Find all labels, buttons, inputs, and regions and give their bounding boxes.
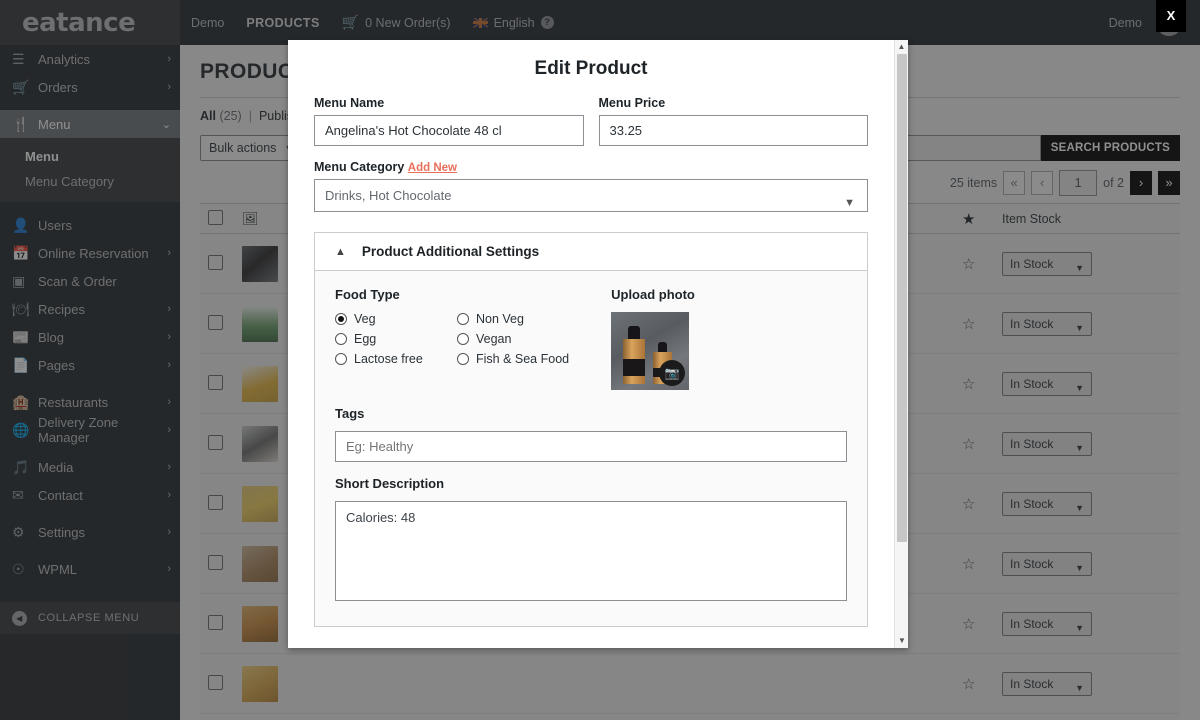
- radio-icon[interactable]: [335, 353, 347, 365]
- menu-price-group: Menu Price: [598, 96, 868, 146]
- food-type-options: Veg Egg Lactose free Non Veg Vegan Fish & Se…: [335, 312, 569, 366]
- radio-label: Egg: [354, 332, 377, 346]
- product-photo-thumbnail[interactable]: 📷: [611, 312, 690, 390]
- radio-label: Lactose free: [354, 352, 423, 366]
- radio-lactose-free[interactable]: Lactose free: [335, 352, 457, 366]
- menu-name-input[interactable]: [314, 115, 584, 146]
- scroll-up-arrow-icon[interactable]: ▲: [895, 40, 908, 54]
- menu-price-label: Menu Price: [598, 96, 666, 110]
- upload-photo-group: Upload photo 📷: [611, 287, 695, 390]
- food-type-col-right: Non Veg Vegan Fish & Sea Food: [457, 312, 569, 366]
- food-type-group: Food Type Veg Egg Lactose free Non Veg Vega…: [335, 287, 569, 390]
- short-description-label: Short Description: [335, 476, 445, 491]
- menu-category-label: Menu Category Add New: [314, 160, 457, 174]
- close-modal-button[interactable]: X: [1156, 0, 1186, 32]
- menu-name-group: Menu Name: [314, 96, 584, 146]
- menu-name-label: Menu Name: [314, 96, 385, 110]
- product-additional-settings-panel: ▲ Product Additional Settings Food Type …: [314, 232, 868, 627]
- radio-label: Fish & Sea Food: [476, 352, 570, 366]
- accordion-header[interactable]: ▲ Product Additional Settings: [315, 233, 867, 271]
- chevron-down-icon: ▼: [844, 197, 855, 209]
- accordion-title: Product Additional Settings: [361, 244, 540, 259]
- modal-title: Edit Product: [534, 58, 648, 79]
- menu-category-group: Menu Category Add New Drinks, Hot Chocol…: [314, 160, 868, 212]
- accordion-body: Food Type Veg Egg Lactose free Non Veg Vega…: [315, 271, 867, 626]
- short-description-textarea[interactable]: Calories: 48: [335, 501, 847, 601]
- upload-photo-label: Upload photo: [611, 287, 695, 302]
- radio-fish-sea-food[interactable]: Fish & Sea Food: [457, 352, 569, 366]
- bottle-large: [623, 326, 646, 384]
- radio-veg[interactable]: Veg: [335, 312, 457, 326]
- radio-icon[interactable]: [457, 353, 469, 365]
- foodtype-photo-row: Food Type Veg Egg Lactose free Non Veg Vega…: [335, 287, 847, 390]
- food-type-label: Food Type: [335, 287, 400, 302]
- radio-label: Non Veg: [476, 312, 524, 326]
- scroll-down-arrow-icon[interactable]: ▼: [895, 634, 908, 648]
- menu-category-select[interactable]: Drinks, Hot Chocolate ▼: [314, 179, 868, 212]
- menu-price-input[interactable]: [598, 115, 868, 146]
- radio-icon[interactable]: [335, 333, 347, 345]
- scrollbar-thumb[interactable]: [897, 54, 907, 542]
- add-new-category-link[interactable]: Add New: [408, 162, 457, 174]
- tags-group: Tags: [335, 406, 847, 462]
- food-type-col-left: Veg Egg Lactose free: [335, 312, 457, 366]
- radio-label: Vegan: [476, 332, 512, 346]
- modal-scroll-content: Edit Product Menu Name Menu Price Menu C…: [288, 40, 894, 648]
- tags-input[interactable]: [335, 431, 847, 462]
- chevron-up-icon: ▲: [335, 245, 346, 258]
- radio-egg[interactable]: Egg: [335, 332, 457, 346]
- modal-scrollbar[interactable]: ▲ ▼: [894, 40, 908, 648]
- radio-non-veg[interactable]: Non Veg: [457, 312, 569, 326]
- radio-icon[interactable]: [457, 333, 469, 345]
- tags-label: Tags: [335, 406, 365, 421]
- edit-product-modal: Edit Product Menu Name Menu Price Menu C…: [288, 40, 908, 648]
- short-description-group: Short Description Calories: 48: [335, 476, 847, 604]
- radio-vegan[interactable]: Vegan: [457, 332, 569, 346]
- radio-icon[interactable]: [335, 313, 347, 325]
- camera-icon[interactable]: 📷: [659, 360, 686, 386]
- name-price-row: Menu Name Menu Price: [314, 96, 868, 146]
- radio-label: Veg: [354, 312, 376, 326]
- radio-icon[interactable]: [457, 313, 469, 325]
